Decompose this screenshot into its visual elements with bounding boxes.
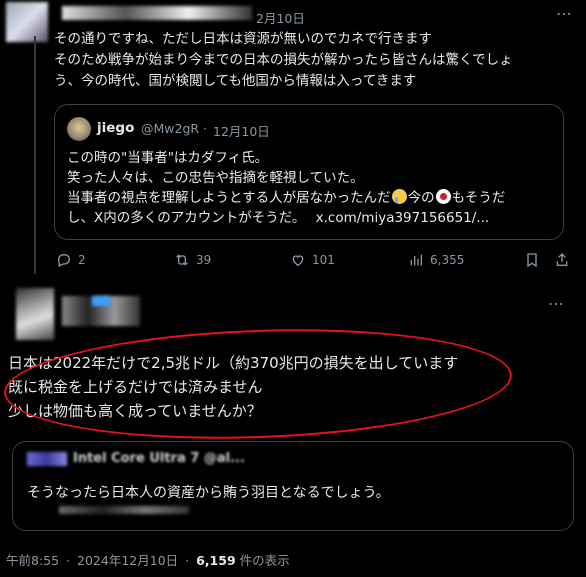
blurred-avatar bbox=[6, 2, 48, 42]
quoted-sep: · bbox=[203, 121, 207, 136]
blurred-username bbox=[62, 6, 252, 20]
quoted-link[interactable]: x.com/miya397156651/... bbox=[316, 210, 490, 226]
blurred-main-handle bbox=[92, 296, 110, 306]
footer-time[interactable]: 午前8:55 bbox=[6, 553, 59, 568]
reply-count: 2 bbox=[78, 253, 86, 267]
footer-views-count: 6,159 bbox=[196, 553, 236, 568]
views-count: 6,355 bbox=[430, 253, 465, 267]
share-icon bbox=[556, 253, 568, 266]
more-options-icon[interactable]: ⋯ bbox=[556, 4, 572, 23]
blurred-quote2-avatar bbox=[27, 452, 67, 466]
quoted-line4-text: し、X内の多くのアカウントがそうだ。 bbox=[67, 210, 306, 226]
footer-sep-2: · bbox=[185, 553, 190, 568]
main-more-options-icon[interactable]: ⋯ bbox=[548, 294, 564, 313]
crying-emoji-icon bbox=[391, 189, 407, 204]
red-highlight-circle bbox=[2, 321, 514, 447]
footer-views-label: 件の表示 bbox=[239, 553, 290, 568]
like-button[interactable]: 101 bbox=[290, 252, 335, 268]
quote2-header: Intel Core Ultra 7 @al... bbox=[73, 451, 245, 466]
quoted-line4: し、X内の多くのアカウントがそうだ。 x.com/miya397156651/.… bbox=[67, 208, 489, 228]
reply-text-line3: う、今の時代、国が検閲しても他国から情報は入ってきます bbox=[54, 73, 417, 89]
footer-sep: · bbox=[66, 553, 71, 568]
bar-chart-icon bbox=[410, 254, 422, 266]
quoted-tweet-card[interactable]: jiego @Mw2gR · 12月10日 この時の"当事者"はカダフィ氏。 笑… bbox=[54, 104, 564, 240]
reply-icon bbox=[57, 253, 71, 268]
share-button[interactable] bbox=[554, 252, 570, 268]
quoted-tweet-card-2[interactable]: Intel Core Ultra 7 @al... そうなったら日本人の資産から… bbox=[12, 441, 574, 531]
quoted-author-handle: @Mw2gR bbox=[141, 121, 200, 136]
quoted-author-name[interactable]: jiego bbox=[97, 120, 134, 136]
quoted-line3-text-b: 今の bbox=[407, 190, 435, 206]
retweet-count: 39 bbox=[196, 253, 212, 267]
bookmark-button[interactable] bbox=[524, 252, 540, 268]
quoted-line3-text: 当事者の視点を理解しようとする人が居なかったんだ bbox=[67, 190, 391, 206]
quoted-date: 12月10日 bbox=[213, 124, 270, 139]
thread-line bbox=[34, 36, 36, 274]
retweet-icon bbox=[176, 254, 188, 266]
footer-date[interactable]: 2024年12月10日 bbox=[77, 553, 178, 568]
reply-date[interactable]: 2月10日 bbox=[256, 8, 305, 27]
like-count: 101 bbox=[312, 253, 335, 267]
heart-icon bbox=[292, 255, 304, 267]
retweet-button[interactable]: 39 bbox=[174, 252, 211, 268]
blurred-quote2-link bbox=[59, 506, 189, 514]
reply-text-line2: そのため戦争が始まり今までの日本の損失が解かったら皆さんは驚くでしょ bbox=[54, 52, 513, 68]
quoted-line2: 笑った人々は、この忠告や指摘を軽視していた。 bbox=[67, 170, 364, 186]
tweet-footer: 午前8:55 · 2024年12月10日 · 6,159 件の表示 bbox=[6, 550, 290, 569]
quote2-text: そうなったら日本人の資産から賄う羽目となるでしょう。 bbox=[27, 485, 390, 501]
views-button[interactable]: 6,355 bbox=[408, 252, 464, 268]
reply-button[interactable]: 2 bbox=[56, 252, 86, 268]
quoted-line3-text-c: もそうだ bbox=[451, 190, 506, 206]
quoted-avatar bbox=[67, 117, 91, 141]
japan-flag-icon bbox=[435, 189, 451, 204]
reply-text-line1: その通りですね、ただし日本は資源が無いのでカネで行きます bbox=[54, 31, 432, 47]
blurred-main-avatar bbox=[16, 288, 54, 340]
action-bar: 2 39 101 6,355 bbox=[56, 252, 568, 274]
quoted-line3: 当事者の視点を理解しようとする人が居なかったんだ 今の もそうだ bbox=[67, 188, 505, 208]
bookmark-icon bbox=[527, 253, 537, 268]
quoted-line1: この時の"当事者"はカダフィ氏。 bbox=[67, 150, 269, 166]
